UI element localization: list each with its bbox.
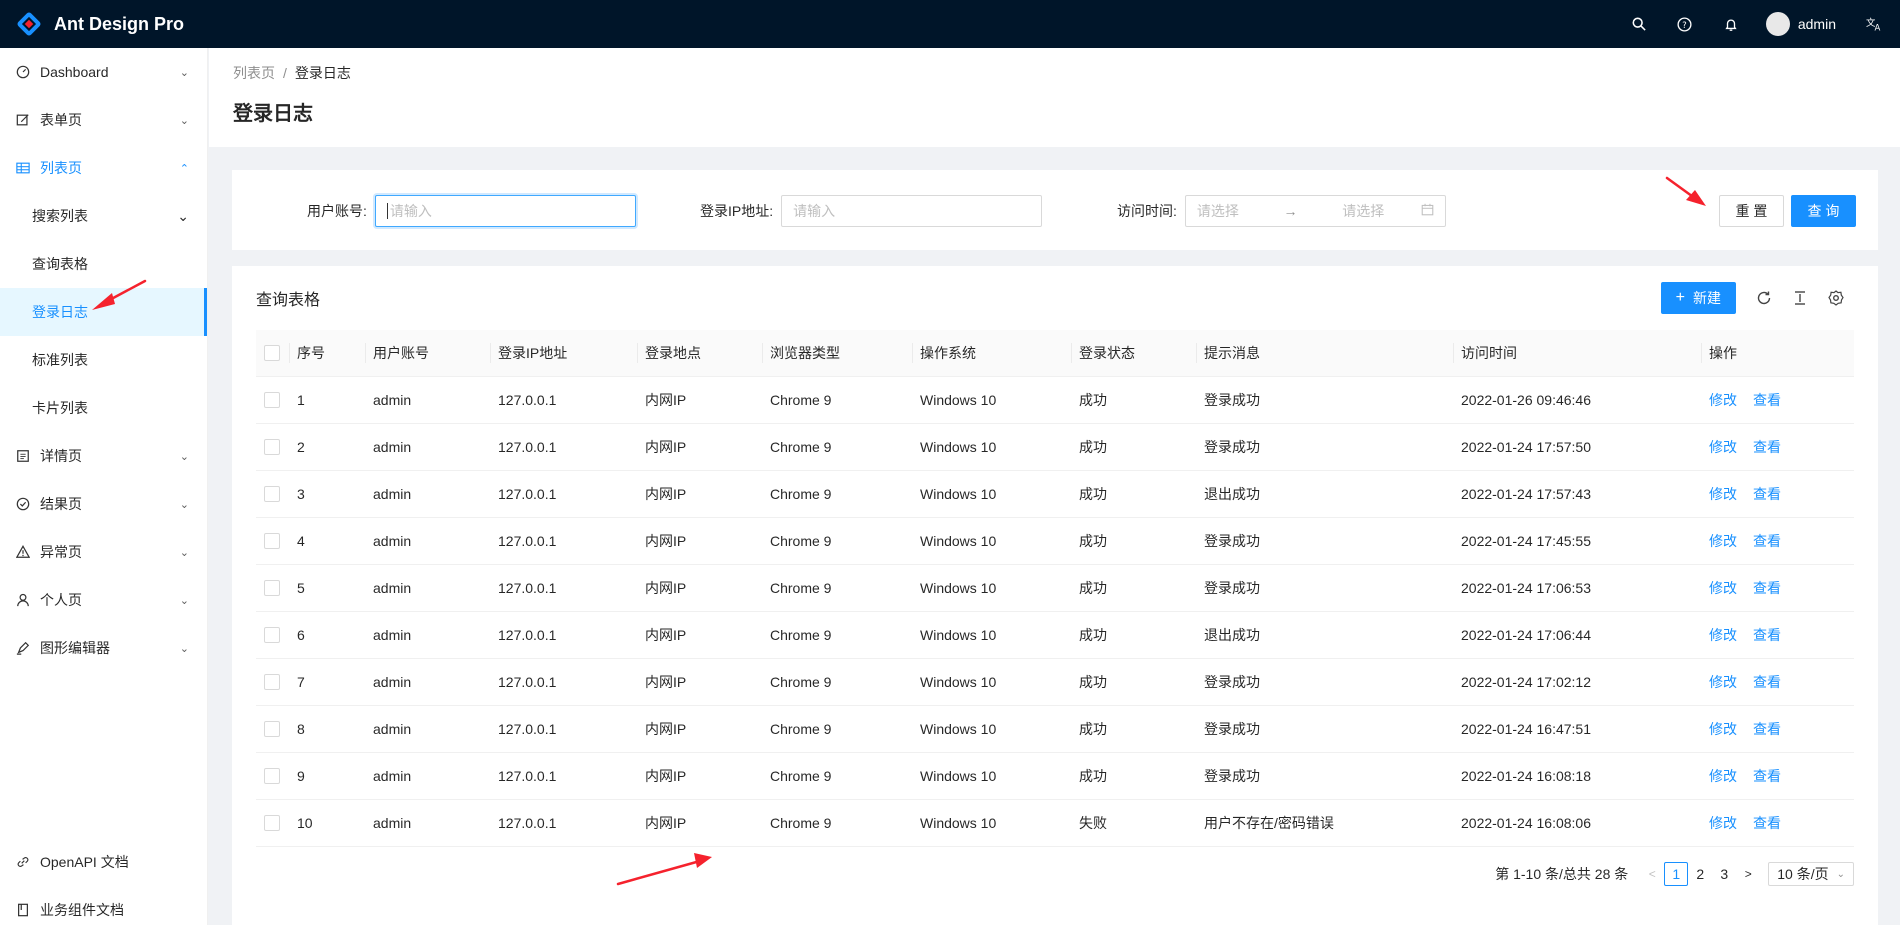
annotation-arrows <box>92 176 1706 886</box>
annotation-arrow-icon <box>1665 176 1706 206</box>
annotation-arrow-icon <box>92 279 147 310</box>
annotation-arrow-icon <box>616 853 712 886</box>
